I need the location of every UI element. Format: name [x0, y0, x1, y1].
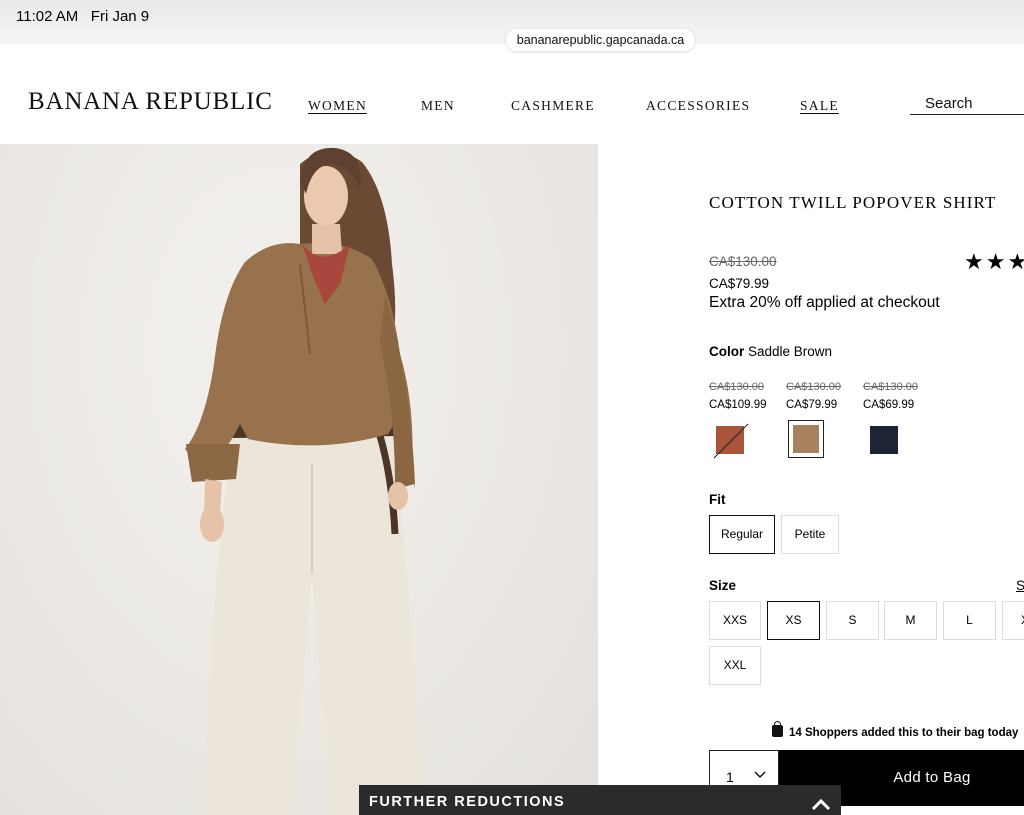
product-image[interactable] [0, 144, 598, 815]
site-header: BANANA REPUBLIC WOMEN MEN CASHMERE ACCES… [0, 52, 1024, 144]
fit-label: Fit [709, 492, 726, 507]
further-reductions-banner[interactable]: FURTHER REDUCTIONS [359, 785, 841, 815]
fit-petite[interactable]: Petite [781, 515, 839, 554]
rating-stars[interactable]: ★★★ [964, 249, 1024, 275]
nav-sale[interactable]: SALE [800, 98, 839, 114]
size-label: Size [709, 578, 737, 593]
promo-text: Extra 20% off applied at checkout [709, 294, 940, 311]
swatch-price-saddle-brown: CA$130.00 CA$79.99 [786, 381, 842, 411]
nav-cashmere[interactable]: CASHMERE [511, 98, 595, 114]
status-time: 11:02 AM Fri Jan 9 [16, 8, 150, 25]
size-l[interactable]: L [943, 601, 996, 640]
size-xxs[interactable]: XXS [709, 601, 761, 640]
shoppers-notice: 14 Shoppers added this to their bag toda… [772, 721, 1018, 739]
swatch-price-rust: CA$130.00 CA$109.99 [709, 381, 767, 411]
sale-price: CA$79.99 [709, 276, 770, 291]
nav-accessories[interactable]: ACCESSORIES [646, 98, 750, 114]
size-xs[interactable]: XS [767, 601, 820, 640]
swatch-navy[interactable] [864, 420, 898, 458]
chevron-up-icon[interactable] [809, 793, 833, 815]
original-price: CA$130.00 [709, 254, 777, 269]
fit-regular[interactable]: Regular [709, 515, 775, 554]
search-input[interactable] [910, 92, 1024, 115]
swatch-price-navy: CA$130.00 CA$69.99 [863, 381, 919, 411]
size-xxl[interactable]: XXL [709, 646, 761, 685]
brand-logo[interactable]: BANANA REPUBLIC [28, 88, 273, 116]
chevron-down-icon [754, 768, 766, 782]
shopping-bag-icon [772, 721, 783, 737]
color-label: Color Saddle Brown [709, 344, 833, 359]
nav-men[interactable]: MEN [421, 98, 455, 114]
status-bar: 11:02 AM Fri Jan 9 bananarepublic.gapcan… [0, 0, 1024, 51]
size-guide-link[interactable]: S [1016, 578, 1024, 593]
url-bar[interactable]: bananarepublic.gapcanada.ca [506, 29, 695, 51]
color-value: Saddle Brown [748, 344, 833, 359]
size-s[interactable]: S [826, 601, 879, 640]
size-xl[interactable]: X [1002, 601, 1024, 640]
product-title: COTTON TWILL POPOVER SHIRT [709, 193, 997, 212]
swatch-saddle-brown[interactable] [788, 420, 824, 458]
swatch-rust[interactable] [710, 420, 749, 459]
size-m[interactable]: M [884, 601, 937, 640]
nav-women[interactable]: WOMEN [308, 98, 367, 114]
